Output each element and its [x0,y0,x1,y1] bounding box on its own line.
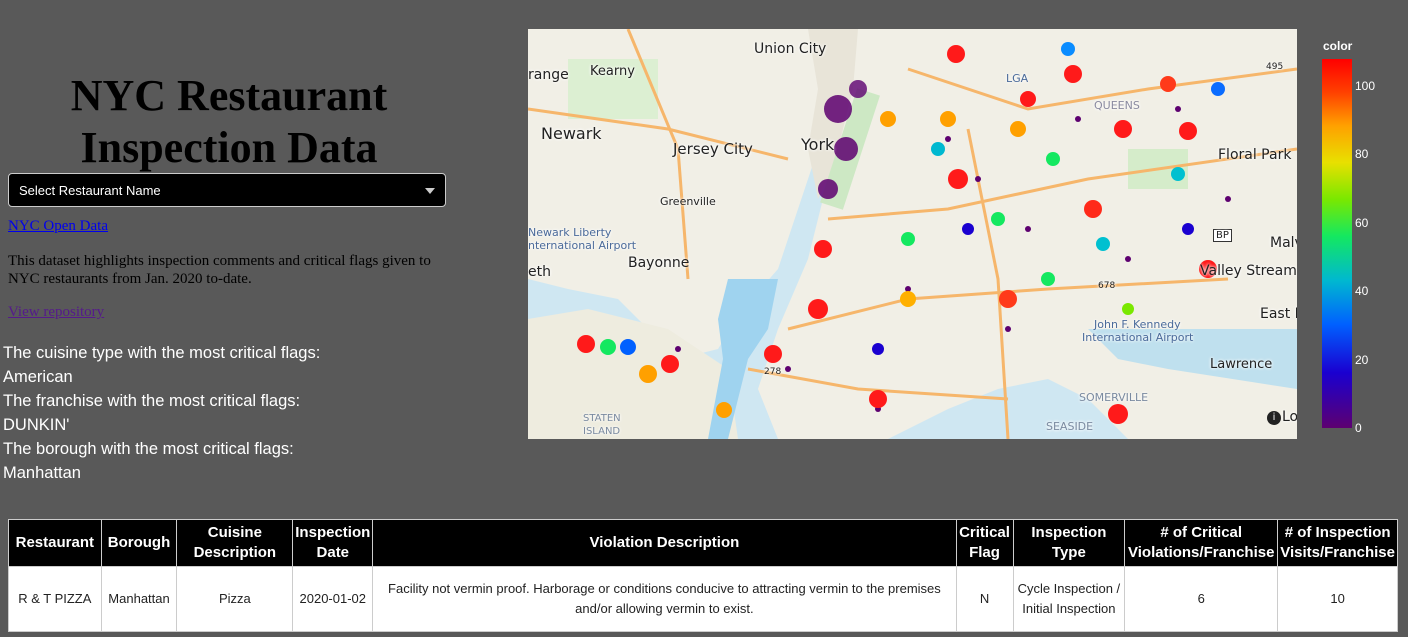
inspection-map[interactable]: Union City Kearny range Newark Jersey Ci… [528,29,1297,439]
restaurant-select-placeholder: Select Restaurant Name [19,182,161,198]
map-label-union-city: Union City [754,41,827,57]
map-route-678: 678 [1098,281,1116,291]
header-violation-description[interactable]: Violation Description [372,519,957,567]
restaurant-select[interactable]: Select Restaurant Name [8,173,446,207]
header-inspection-type[interactable]: Inspection Type [1012,519,1126,567]
map-label-malv: Malv [1270,235,1297,251]
header-critical-violations[interactable]: # of Critical Violations/Franchise [1124,519,1279,567]
header-inspection-date[interactable]: Inspection Date [292,519,374,567]
map-label-lga: LGA [1006,72,1029,85]
map-route-278: 278 [764,367,782,377]
cell-critical-violations: 6 [1124,566,1279,632]
map-label-jfk-2: International Airport [1082,331,1194,344]
map-label-valley-stream: Valley Stream [1200,263,1297,279]
map-route-495: 495 [1266,62,1284,72]
cell-cuisine: Pizza [176,566,294,632]
map-label-floral-park: Floral Park [1218,147,1292,163]
map-label-jersey-city: Jersey City [673,140,753,158]
borough-value: Manhattan [3,464,81,482]
colorbar [1322,59,1352,428]
view-repository-link[interactable]: View repository [8,304,104,321]
map-label-seaside: SEASIDE [1046,420,1094,433]
colorbar-tick-0: 0 [1355,421,1362,435]
map-label-eth: eth [528,264,551,280]
colorbar-tick-40: 40 [1355,284,1369,298]
map-label-orange: range [528,67,569,83]
cuisine-value: American [3,368,73,386]
cuisine-label: The cuisine type with the most critical … [3,344,321,362]
info-icon[interactable]: i [1267,411,1281,425]
cell-inspection-date: 2020-01-02 [292,566,374,632]
header-critical-flag[interactable]: Critical Flag [955,519,1014,567]
table-row[interactable]: R & T PIZZA Manhattan Pizza 2020-01-02 F… [8,566,1398,632]
map-label-newark: Newark [541,124,602,143]
map-label-staten-2: ISLAND [583,426,621,437]
map-route-bp: BP [1213,229,1232,242]
map-label-somerville: SOMERVILLE [1079,391,1149,404]
cell-inspection-visits: 10 [1277,566,1398,632]
header-cuisine[interactable]: Cuisine Description [176,519,294,567]
header-borough[interactable]: Borough [100,519,178,567]
map-attribution-text: Lo [1282,409,1297,425]
cell-inspection-type: Cycle Inspection / Initial Inspection [1012,566,1126,632]
map-label-staten-1: STATEN [583,413,621,424]
map-label-east-r: East R [1260,306,1297,322]
map-label-kearny: Kearny [590,64,635,79]
map-label-newark-airport-1: Newark Liberty [528,226,612,239]
franchise-value: DUNKIN' [3,416,70,434]
map-label-bayonne: Bayonne [628,255,690,271]
header-restaurant[interactable]: Restaurant [8,519,102,567]
chevron-down-icon[interactable] [425,188,435,194]
colorbar-tick-60: 60 [1355,216,1369,230]
map-label-newark-airport-2: nternational Airport [528,239,637,252]
dataset-description: This dataset highlights inspection comme… [8,253,431,287]
colorbar-tick-80: 80 [1355,147,1369,161]
franchise-label: The franchise with the most critical fla… [3,392,301,410]
colorbar-title: color [1323,39,1353,53]
borough-label: The borough with the most critical flags… [3,440,294,458]
map-label-york: York [801,135,835,154]
cell-restaurant: R & T PIZZA [8,566,102,632]
colorbar-tick-20: 20 [1355,353,1369,367]
page-title: NYC Restaurant Inspection Data [70,71,388,172]
cell-critical-flag: N [955,566,1014,632]
nyc-open-data-link[interactable]: NYC Open Data [8,218,108,235]
map-label-lawrence: Lawrence [1210,357,1273,372]
summary-stats: The cuisine type with the most critical … [3,341,320,485]
map-label-queens: QUEENS [1094,99,1140,112]
colorbar-tick-100: 100 [1355,79,1376,93]
header-inspection-visits[interactable]: # of Inspection Visits/Franchise [1277,519,1398,567]
table-header-row: Restaurant Borough Cuisine Description I… [8,519,1398,567]
inspection-table: Restaurant Borough Cuisine Description I… [8,519,1398,632]
cell-borough: Manhattan [100,566,178,632]
map-label-jfk-1: John F. Kennedy [1094,318,1181,331]
cell-violation-description: Facility not vermin proof. Harborage or … [372,566,957,632]
map-base [528,29,1297,439]
map-label-greenville: Greenville [660,195,716,208]
